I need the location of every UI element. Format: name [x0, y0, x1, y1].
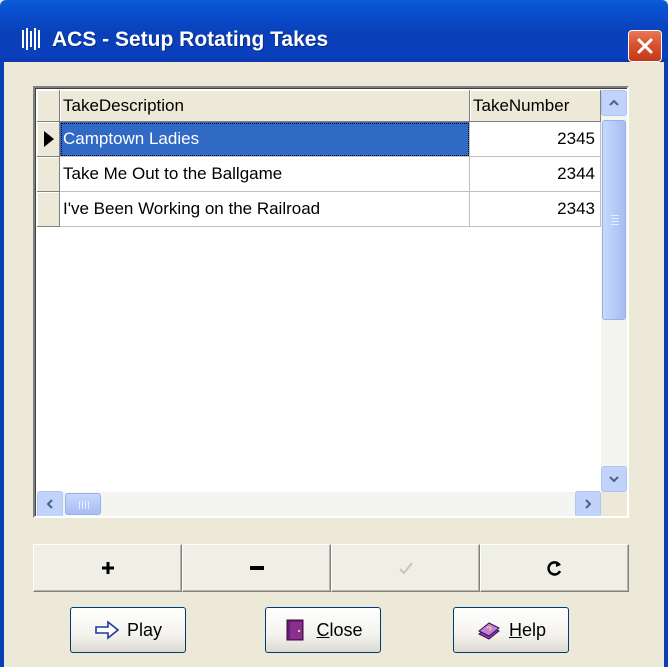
scroll-right-button[interactable]: [575, 491, 601, 516]
chevron-up-icon: [609, 99, 619, 106]
play-button[interactable]: Play: [70, 607, 186, 653]
acs-app-icon: [22, 28, 40, 50]
current-row-pointer-icon: [44, 131, 54, 147]
refresh-icon: [546, 561, 561, 576]
column-header-take-description[interactable]: TakeDescription: [60, 90, 470, 122]
table-row[interactable]: I've Been Working on the Railroad 2343: [37, 192, 601, 227]
refresh-records-button[interactable]: [480, 544, 629, 592]
post-record-button[interactable]: [331, 544, 480, 592]
title-bar[interactable]: ACS - Setup Rotating Takes: [0, 0, 668, 62]
table-row[interactable]: Take Me Out to the Ballgame 2344: [37, 157, 601, 192]
row-indicator[interactable]: [37, 157, 60, 192]
help-button-label: Help: [508, 619, 547, 640]
chevron-left-icon: [46, 499, 53, 509]
column-header-take-number[interactable]: TakeNumber: [470, 90, 601, 122]
help-book-icon: [478, 622, 500, 640]
grid-header: TakeDescription TakeNumber: [37, 90, 601, 122]
row-indicator[interactable]: [37, 122, 60, 157]
window-frame-right: [664, 62, 668, 667]
close-window-button[interactable]: [628, 30, 662, 62]
setup-rotating-takes-window: ACS - Setup Rotating Takes TakeDescripti…: [0, 0, 668, 667]
scroll-up-button[interactable]: [601, 90, 627, 116]
take-description-cell[interactable]: Camptown Ladies: [60, 122, 470, 157]
vertical-scrollbar[interactable]: [601, 90, 627, 492]
plus-icon: [101, 562, 114, 574]
vertical-scroll-thumb[interactable]: [602, 120, 626, 320]
take-number-cell[interactable]: 2344: [470, 157, 601, 192]
close-button-label: Close: [316, 619, 363, 640]
help-button[interactable]: Help: [453, 607, 569, 653]
checkmark-icon: [398, 562, 413, 575]
grid-rows: Camptown Ladies 2345 Take Me Out to the …: [37, 122, 601, 227]
delete-record-button[interactable]: [182, 544, 331, 592]
play-button-label: Play: [126, 619, 162, 640]
minus-icon: [249, 566, 264, 570]
close-button[interactable]: Close: [265, 607, 381, 653]
table-row[interactable]: Camptown Ladies 2345: [37, 122, 601, 157]
row-indicator-header: [37, 90, 60, 122]
scroll-down-button[interactable]: [601, 466, 627, 492]
horizontal-scroll-thumb[interactable]: [65, 493, 101, 515]
scrollbar-corner: [601, 492, 627, 516]
close-icon: [637, 38, 653, 54]
window-frame-left: [0, 62, 4, 667]
row-indicator[interactable]: [37, 192, 60, 227]
chevron-down-icon: [609, 476, 619, 483]
take-description-cell[interactable]: Take Me Out to the Ballgame: [60, 157, 470, 192]
play-arrow-icon: [95, 620, 120, 640]
take-description-cell[interactable]: I've Been Working on the Railroad: [60, 192, 470, 227]
takes-grid[interactable]: TakeDescription TakeNumber Camptown Ladi…: [33, 86, 629, 518]
take-number-cell[interactable]: 2343: [470, 192, 601, 227]
window-title: ACS - Setup Rotating Takes: [52, 28, 329, 51]
horizontal-scrollbar[interactable]: [37, 491, 601, 516]
record-navigator: [33, 544, 629, 592]
door-icon: [286, 619, 304, 641]
chevron-right-icon: [585, 499, 592, 509]
insert-record-button[interactable]: [33, 544, 182, 592]
scroll-left-button[interactable]: [37, 491, 63, 516]
take-number-cell[interactable]: 2345: [470, 122, 601, 157]
